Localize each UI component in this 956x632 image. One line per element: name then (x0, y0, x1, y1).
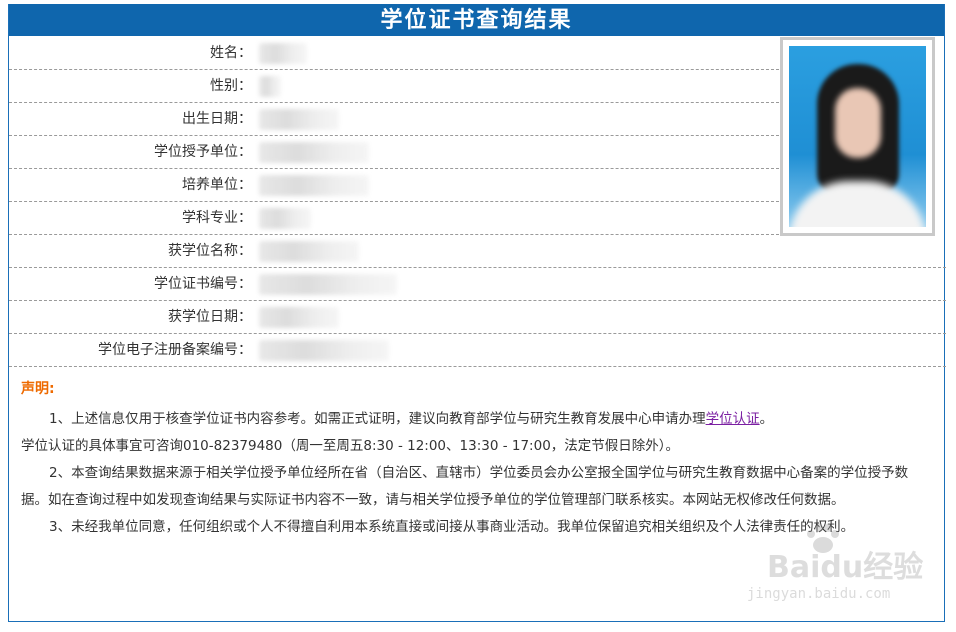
declaration-paragraph-1: 1、上述信息仅用于核查学位证书内容参考。如需正式证明，建议向教育部学位与研究生教… (21, 406, 926, 433)
field-value-registration-number-redacted (259, 340, 389, 361)
field-row-birthdate: 出生日期： (9, 103, 779, 136)
field-row-training-unit: 培养单位： (9, 169, 779, 202)
field-row-registration-number: 学位电子注册备案编号： (9, 334, 946, 367)
student-photo-frame (780, 37, 935, 236)
field-label-certificate-number: 学位证书编号： (154, 276, 252, 292)
declaration-paragraph-2: 2、本查询结果数据来源于相关学位授予单位经所在省（自治区、直辖市）学位委员会办公… (21, 465, 909, 508)
field-value-birthdate-redacted (259, 109, 339, 130)
watermark-url: jingyan.baidu.com (747, 586, 891, 602)
field-row-degree-name: 获学位名称： (9, 235, 946, 268)
watermark-main-text: Baidu经验 (767, 550, 924, 585)
field-value-major-redacted (259, 208, 311, 229)
field-value-name-redacted (259, 43, 307, 64)
field-label-major: 学科专业： (182, 210, 252, 226)
field-label-degree-name: 获学位名称： (168, 243, 252, 259)
declaration-section: 声明: 1、上述信息仅用于核查学位证书内容参考。如需正式证明，建议向教育部学位与… (21, 376, 926, 541)
field-row-name: 姓名： (9, 37, 779, 70)
field-row-degree-date: 获学位日期： (9, 301, 946, 334)
field-value-awarding-unit-redacted (259, 142, 369, 163)
declaration-p1-end: 。 (759, 411, 774, 427)
field-value-certificate-number-redacted (259, 274, 397, 295)
declaration-p1-text: 1、上述信息仅用于核查学位证书内容参考。如需正式证明，建议向教育部学位与研究生教… (49, 411, 706, 427)
student-photo (789, 46, 926, 227)
field-label-birthdate: 出生日期： (182, 111, 252, 127)
field-value-degree-name-redacted (259, 241, 359, 262)
field-label-training-unit: 培养单位： (182, 177, 252, 193)
field-row-certificate-number: 学位证书编号： (9, 268, 946, 301)
degree-certification-link[interactable]: 学位认证 (706, 411, 760, 427)
field-label-degree-date: 获学位日期： (168, 309, 252, 325)
declaration-title: 声明: (21, 381, 55, 397)
field-value-gender-redacted (259, 76, 281, 97)
field-row-awarding-unit: 学位授予单位： (9, 136, 779, 169)
field-label-gender: 性别： (210, 78, 252, 94)
field-value-training-unit-redacted (259, 175, 369, 196)
field-value-degree-date-redacted (259, 307, 339, 328)
field-row-major: 学科专业： (9, 202, 779, 235)
declaration-paragraph-1-line2: 学位认证的具体事宜可咨询010-82379480（周一至周五8:30 - 12:… (21, 438, 680, 454)
page-title: 学位证书查询结果 (9, 4, 944, 36)
field-label-awarding-unit: 学位授予单位： (154, 144, 252, 160)
field-label-name: 姓名： (210, 45, 252, 61)
result-panel: 学位证书查询结果 姓名： 性别： 出生日期： 学位授予单位： 培养单位： 学科专… (8, 4, 946, 622)
field-label-registration-number: 学位电子注册备案编号： (98, 342, 252, 358)
field-row-gender: 性别： (9, 70, 779, 103)
baidu-jingyan-watermark: Baidu经验 jingyan.baidu.com (737, 524, 937, 614)
